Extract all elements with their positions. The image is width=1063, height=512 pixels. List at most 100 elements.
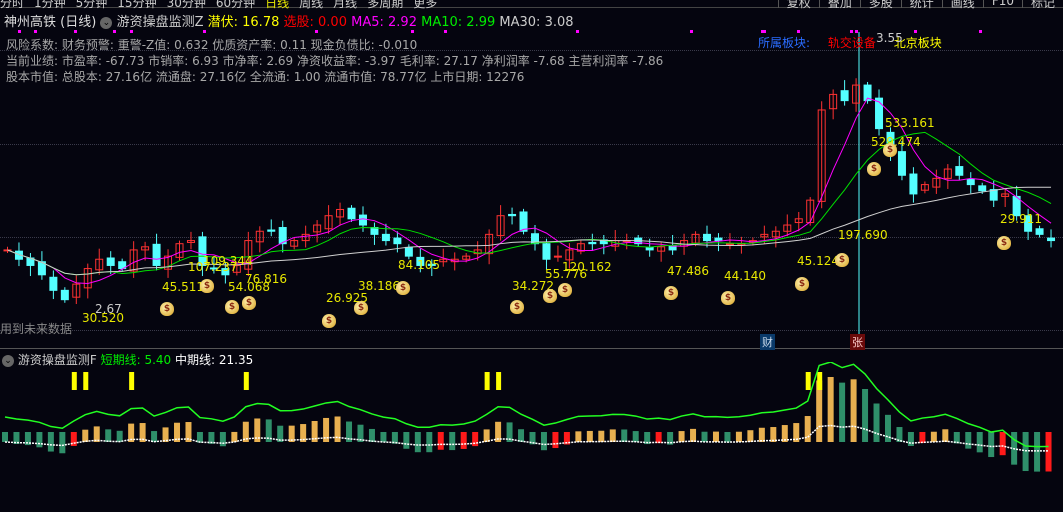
oscillator-bar (586, 430, 593, 442)
chevron-down-icon[interactable]: ⌄ (2, 354, 14, 367)
oscillator-bar (609, 429, 616, 442)
oscillator-bar (965, 432, 972, 449)
money-bag-icon[interactable]: $ (354, 301, 368, 315)
oscillator-bar (747, 430, 754, 442)
panel-divider (0, 348, 1063, 349)
mid-line-value: 21.35 (218, 353, 254, 367)
oscillator-bar (1022, 432, 1029, 472)
sector-rail[interactable]: 轨交设备 (828, 36, 876, 50)
signal-dot (411, 30, 414, 33)
money-bag-icon[interactable]: $ (396, 281, 410, 295)
signal-value-label: 30.520 (82, 311, 124, 325)
candle-body (955, 166, 964, 176)
signal-value-label: 109.344 (203, 254, 253, 268)
money-bag-icon[interactable]: $ (997, 236, 1011, 250)
candle-body (875, 97, 884, 130)
oscillator-bar (632, 431, 639, 442)
oscillator-bar (907, 432, 914, 446)
candle-body (267, 229, 276, 232)
oscillator-bar (862, 388, 869, 442)
short-line-label: 短期线: (100, 353, 141, 367)
candlestick-chart[interactable] (0, 0, 1063, 345)
sector-label: 所属板块: (758, 36, 811, 50)
oscillator-bar (151, 431, 158, 442)
candle-body (553, 255, 562, 258)
candle-body (404, 246, 413, 257)
signal-value-label: 38.186 (358, 279, 400, 293)
money-bag-icon[interactable]: $ (200, 279, 214, 293)
mid-line-label: 中期线: (174, 353, 216, 367)
sector-info: 所属板块: 轨交设备 北京板块 (758, 34, 942, 51)
oscillator-bar (437, 432, 444, 450)
candle-body (381, 233, 390, 242)
candle-body (703, 233, 712, 242)
signal-bar (129, 372, 135, 390)
money-bag-icon[interactable]: $ (721, 291, 735, 305)
limit-up-marker[interactable]: 张 (850, 334, 865, 350)
oscillator-bar (472, 432, 479, 447)
candle-body (508, 213, 517, 217)
oscillator-bar (655, 432, 662, 444)
signal-dot (113, 30, 116, 33)
candle-body (106, 257, 115, 266)
signal-value-label: 197.690 (838, 228, 888, 242)
money-bag-icon[interactable]: $ (835, 253, 849, 267)
oscillator-bar (712, 431, 719, 442)
signal-bar (496, 372, 502, 390)
oscillator-bar (403, 432, 410, 449)
signal-dot (18, 30, 21, 33)
money-bag-icon[interactable]: $ (510, 300, 524, 314)
money-bag-icon[interactable]: $ (322, 314, 336, 328)
money-bag-icon[interactable]: $ (795, 277, 809, 291)
money-bag-icon[interactable]: $ (543, 289, 557, 303)
money-bag-icon[interactable]: $ (558, 283, 572, 297)
money-bag-icon[interactable]: $ (664, 286, 678, 300)
lower-indicator-name[interactable]: 游资操盘监测F (18, 353, 97, 367)
signal-value-label: 45.124 (797, 254, 839, 268)
signal-value-label: 76.816 (245, 272, 287, 286)
candle-body (645, 246, 654, 251)
signal-bar (817, 372, 823, 390)
candle-body (909, 173, 918, 195)
oscillator-bar (552, 432, 559, 449)
mid-line (4, 424, 1049, 452)
signal-dot (855, 30, 858, 33)
signal-dot (576, 30, 579, 33)
indicator-chart[interactable] (0, 362, 1063, 512)
oscillator-bar (1034, 432, 1041, 472)
oscillator-bar (724, 432, 731, 443)
oscillator-bar (426, 432, 433, 453)
signal-dot (914, 30, 917, 33)
signal-bar (805, 372, 811, 390)
signal-value-label: 533.161 (885, 116, 935, 130)
money-bag-icon[interactable]: $ (883, 143, 897, 157)
candle-body (370, 227, 379, 235)
short-line (4, 362, 1049, 448)
oscillator-bar (919, 432, 926, 444)
candle-body (1047, 237, 1056, 242)
money-bag-icon[interactable]: $ (225, 300, 239, 314)
candle-body (978, 185, 987, 192)
oscillator-bar (598, 430, 605, 442)
oscillator-bar (999, 432, 1006, 456)
signal-dot (979, 30, 982, 33)
money-bag-icon[interactable]: $ (867, 162, 881, 176)
finance-marker[interactable]: 财 (760, 334, 775, 350)
oscillator-bar (93, 426, 100, 442)
candle-body (347, 207, 356, 220)
signal-dot (34, 30, 37, 33)
candle-body (519, 211, 528, 232)
signal-value-label: 45.511 (162, 280, 204, 294)
money-bag-icon[interactable]: $ (242, 296, 256, 310)
signal-value-label: 84.105 (398, 258, 440, 272)
oscillator-bar (449, 432, 456, 451)
signal-dot (763, 30, 766, 33)
oscillator-bar (942, 429, 949, 442)
candle-body (542, 243, 551, 260)
candle-body (152, 243, 161, 266)
candle-body (49, 276, 58, 291)
oscillator-bar (368, 428, 375, 442)
money-bag-icon[interactable]: $ (160, 302, 174, 316)
candle-body (897, 151, 906, 176)
signal-dot (203, 30, 206, 33)
